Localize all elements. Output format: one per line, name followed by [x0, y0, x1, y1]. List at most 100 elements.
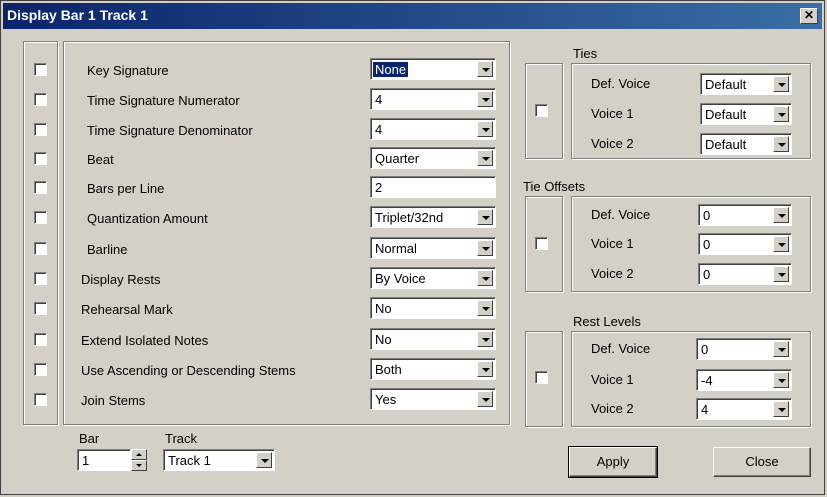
- property-label: Extend Isolated Notes: [81, 333, 209, 348]
- property-select[interactable]: Yes: [370, 388, 496, 410]
- property-label: Beat: [87, 152, 114, 167]
- close-window-button[interactable]: ✕: [800, 8, 818, 24]
- property-select[interactable]: No: [370, 328, 496, 350]
- group-row-label: Voice 1: [591, 106, 634, 121]
- group-row-label: Voice 1: [591, 372, 634, 387]
- group-row-label: Def. Voice: [591, 76, 651, 91]
- chevron-down-icon[interactable]: [477, 150, 493, 166]
- property-select[interactable]: 4: [370, 118, 496, 140]
- property-select[interactable]: Quarter: [370, 147, 496, 169]
- property-label: Display Rests: [81, 272, 161, 287]
- close-button[interactable]: Close: [713, 447, 811, 477]
- property-select-value: Yes: [375, 392, 397, 407]
- property-input[interactable]: 2: [370, 176, 496, 198]
- property-checkbox[interactable]: [34, 123, 47, 136]
- chevron-down-icon[interactable]: [477, 61, 493, 77]
- group-row-select[interactable]: Default: [700, 103, 792, 125]
- property-checkbox[interactable]: [34, 152, 47, 165]
- tie-offsets-checkbox[interactable]: [535, 237, 548, 250]
- property-label: Join Stems: [81, 393, 146, 408]
- property-checkbox[interactable]: [34, 302, 47, 315]
- chevron-down-icon[interactable]: [773, 136, 789, 152]
- property-checkbox[interactable]: [34, 393, 47, 406]
- chevron-down-icon[interactable]: [773, 341, 789, 357]
- window-title: Display Bar 1 Track 1: [7, 7, 148, 23]
- track-select-value: Track 1: [168, 453, 211, 468]
- chevron-down-icon[interactable]: [477, 300, 493, 316]
- group-row-select-value: 0: [703, 208, 711, 223]
- property-select[interactable]: Normal: [370, 237, 496, 259]
- track-label: Track: [165, 431, 198, 446]
- group-row-label: Def. Voice: [591, 207, 651, 222]
- close-icon: ✕: [803, 8, 815, 22]
- chevron-down-icon[interactable]: [773, 236, 789, 252]
- group-row-select-value: 0: [701, 342, 709, 357]
- bar-spinner[interactable]: [131, 449, 147, 471]
- group-row-select-value: Default: [705, 137, 747, 152]
- property-select-value: No: [375, 332, 392, 347]
- group-row-label: Voice 2: [591, 136, 634, 151]
- property-select[interactable]: None: [370, 58, 496, 80]
- group-row-select[interactable]: 0: [698, 233, 792, 255]
- group-row-select[interactable]: Default: [700, 133, 792, 155]
- chevron-down-icon[interactable]: [477, 361, 493, 377]
- chevron-down-icon[interactable]: [477, 270, 493, 286]
- track-select[interactable]: Track 1: [163, 449, 275, 471]
- chevron-down-icon[interactable]: [773, 207, 789, 223]
- tie-offsets-group-title: Tie Offsets: [523, 179, 586, 194]
- property-checkbox[interactable]: [34, 181, 47, 194]
- chevron-down-icon[interactable]: [773, 401, 789, 417]
- bar-input[interactable]: 1: [77, 449, 131, 471]
- group-row-select-value: Default: [705, 107, 747, 122]
- chevron-down-icon[interactable]: [773, 76, 789, 92]
- property-label: Time Signature Denominator: [87, 123, 253, 138]
- bar-spin-down-icon[interactable]: [131, 460, 147, 471]
- property-checkbox[interactable]: [34, 93, 47, 106]
- property-checkbox[interactable]: [34, 333, 47, 346]
- ties-group-title: Ties: [573, 46, 598, 61]
- property-checkbox[interactable]: [34, 211, 47, 224]
- property-select[interactable]: 4: [370, 88, 496, 110]
- property-checkbox[interactable]: [34, 242, 47, 255]
- group-row-select[interactable]: 4: [696, 398, 792, 420]
- chevron-down-icon[interactable]: [477, 209, 493, 225]
- property-select-value: 4: [375, 122, 383, 137]
- property-select-value: 4: [375, 92, 383, 107]
- chevron-down-icon[interactable]: [477, 240, 493, 256]
- group-row-select[interactable]: Default: [700, 73, 792, 95]
- chevron-down-icon[interactable]: [773, 266, 789, 282]
- chevron-down-icon[interactable]: [773, 372, 789, 388]
- chevron-down-icon[interactable]: [256, 452, 272, 468]
- group-row-select[interactable]: 0: [698, 204, 792, 226]
- ties-checkbox[interactable]: [535, 104, 548, 117]
- group-row-select-value: -4: [701, 373, 713, 388]
- chevron-down-icon[interactable]: [477, 331, 493, 347]
- property-label: Use Ascending or Descending Stems: [81, 363, 296, 378]
- chevron-down-icon[interactable]: [477, 121, 493, 137]
- property-select[interactable]: Triplet/32nd: [370, 206, 496, 228]
- group-row-select[interactable]: 0: [698, 263, 792, 285]
- property-select[interactable]: Both: [370, 358, 496, 380]
- group-row-select-value: 0: [703, 267, 711, 282]
- title-bar[interactable]: Display Bar 1 Track 1 ✕: [3, 3, 822, 29]
- rest-levels-checkbox[interactable]: [535, 371, 548, 384]
- chevron-down-icon[interactable]: [773, 106, 789, 122]
- chevron-down-icon[interactable]: [477, 91, 493, 107]
- group-row-select[interactable]: 0: [696, 338, 792, 360]
- property-checkbox[interactable]: [34, 63, 47, 76]
- bar-spin-up-icon[interactable]: [131, 449, 147, 460]
- group-row-select-value: 4: [701, 402, 709, 417]
- property-label: Time Signature Numerator: [87, 93, 240, 108]
- property-checkbox[interactable]: [34, 363, 47, 376]
- property-checkbox[interactable]: [34, 272, 47, 285]
- property-select[interactable]: No: [370, 297, 496, 319]
- chevron-down-icon[interactable]: [477, 391, 493, 407]
- apply-button[interactable]: Apply: [568, 446, 658, 478]
- bar-input-value: 1: [82, 453, 90, 468]
- property-select[interactable]: By Voice: [370, 267, 496, 289]
- dialog-window: Display Bar 1 Track 1 ✕ Key Signature Non…: [0, 0, 825, 495]
- property-select-value: By Voice: [375, 271, 426, 286]
- rest-levels-group-title: Rest Levels: [573, 314, 641, 329]
- property-label: Rehearsal Mark: [81, 302, 173, 317]
- group-row-select[interactable]: -4: [696, 369, 792, 391]
